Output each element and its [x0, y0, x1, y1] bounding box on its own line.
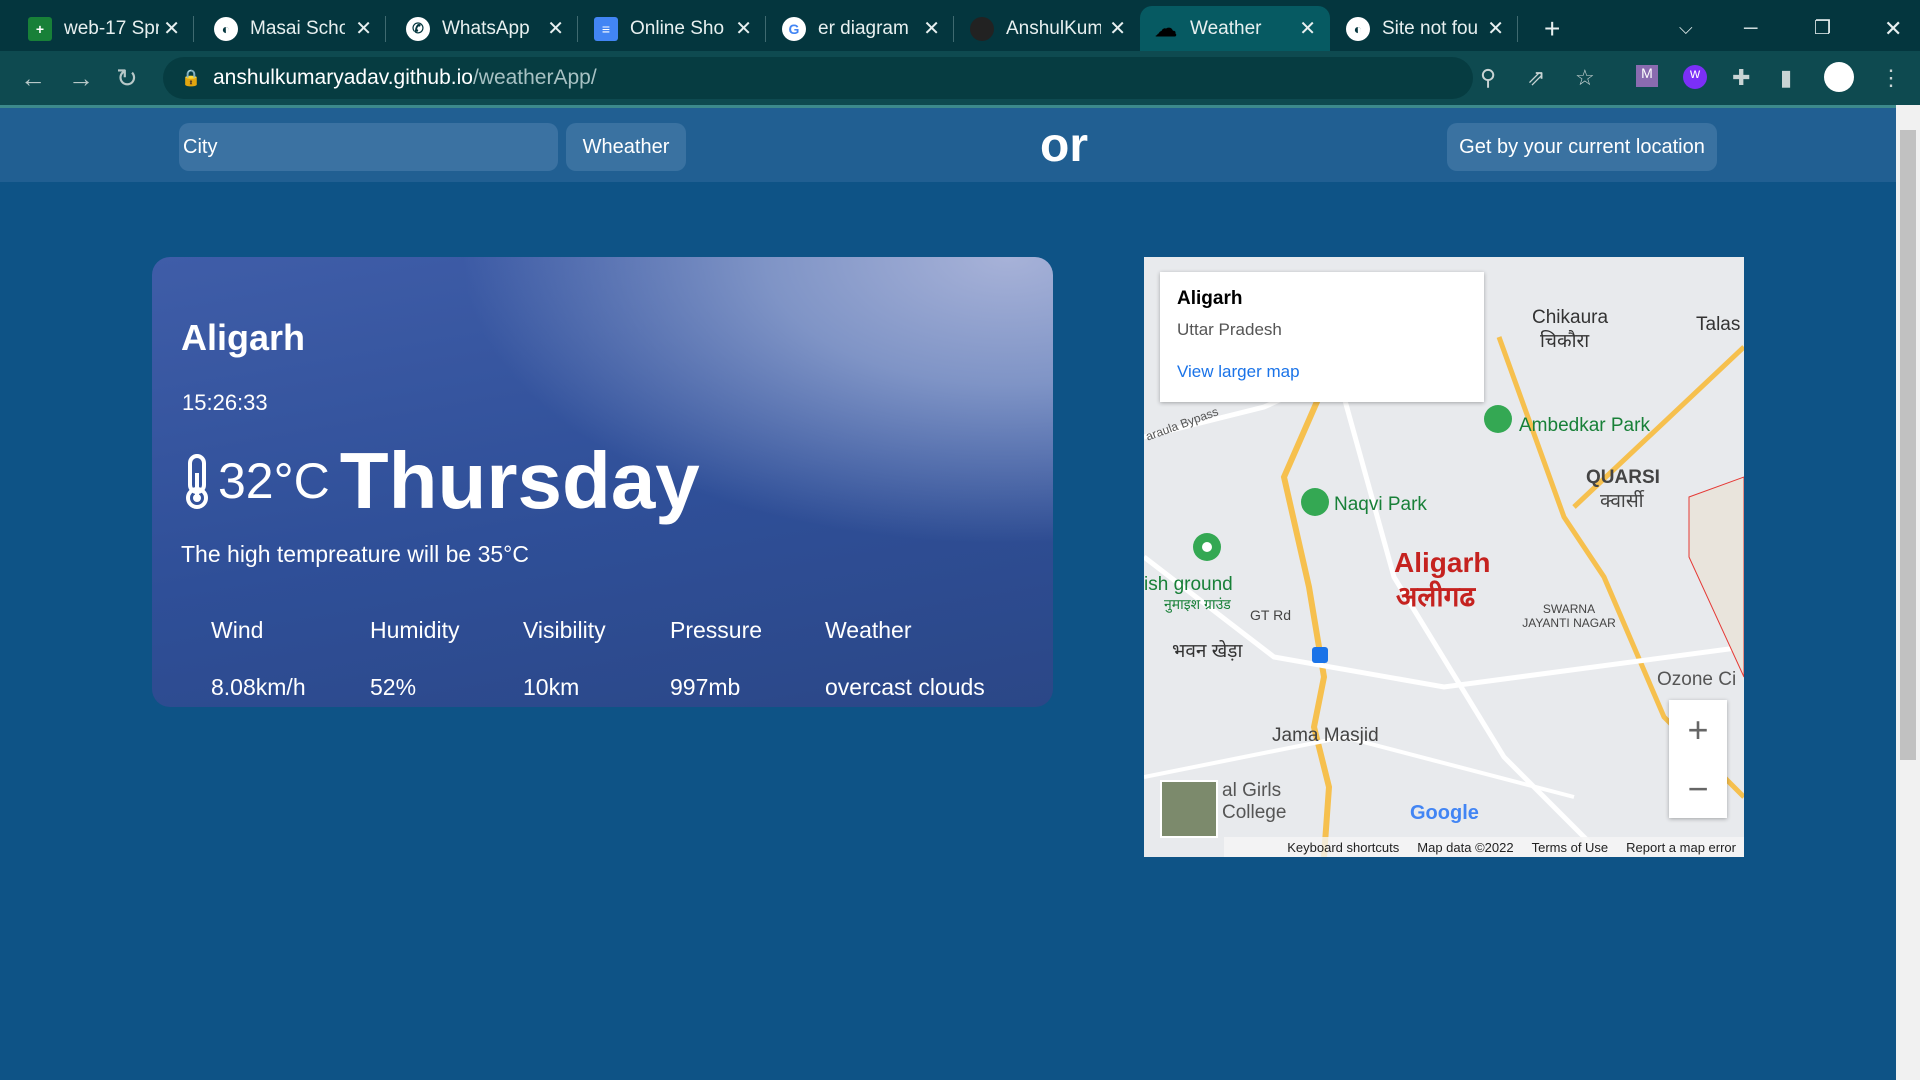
- page-scrollbar[interactable]: [1896, 105, 1920, 1080]
- github-icon: [970, 16, 994, 41]
- city-name: Aligarh: [181, 317, 306, 358]
- weather-card: Aligarh 15:26:33 32°C Thursday The high …: [152, 257, 1053, 707]
- sheets-icon: +: [28, 16, 52, 41]
- temperature: 32°C: [218, 453, 330, 509]
- tab[interactable]: ◐Site not found✕: [1332, 6, 1518, 51]
- avatar[interactable]: [1824, 62, 1854, 92]
- globe-icon: ◐: [1346, 16, 1370, 41]
- side-panel-icon[interactable]: ▮: [1780, 65, 1792, 91]
- map-footer: Keyboard shortcuts Map data ©2022 Terms …: [1224, 837, 1744, 857]
- thermometer-icon: [186, 454, 208, 509]
- close-tab-icon[interactable]: ✕: [1299, 16, 1316, 41]
- bookmark-star-icon[interactable]: ☆: [1575, 65, 1595, 91]
- menu-icon[interactable]: ⋮: [1880, 65, 1902, 91]
- view-larger-map-link[interactable]: View larger map: [1177, 362, 1467, 382]
- tab[interactable]: ≡ Online Shop ✕: [580, 6, 766, 51]
- weather-search-button[interactable]: Wheather: [566, 123, 686, 171]
- lock-icon: 🔒: [181, 70, 201, 87]
- reload-icon[interactable]: ↻: [116, 63, 138, 94]
- map-zoom-controls: + −: [1669, 700, 1727, 818]
- tab-active[interactable]: ☁ Weather ✕: [1140, 6, 1330, 51]
- scrollbar-thumb[interactable]: [1900, 130, 1916, 760]
- current-location-button[interactable]: Get by your current location: [1447, 123, 1717, 171]
- satellite-toggle[interactable]: [1160, 780, 1218, 838]
- or-text: or: [1040, 119, 1088, 172]
- close-tab-icon[interactable]: ✕: [547, 16, 564, 41]
- stat-visibility: Visibility 10km: [523, 617, 606, 700]
- high-temperature: The high tempreature will be 35°C: [181, 541, 529, 567]
- zoom-out-button[interactable]: −: [1687, 768, 1708, 810]
- minimize-button[interactable]: ─: [1730, 6, 1757, 51]
- stat-pressure: Pressure 997mb: [670, 617, 763, 700]
- stat-weather: Weather overcast clouds: [825, 617, 985, 700]
- forward-icon[interactable]: →: [68, 63, 94, 94]
- current-time: 15:26:33: [182, 390, 268, 415]
- tab-strip: +web-17 Sprint✕ ◐Masai School✕ ✆WhatsApp…: [0, 0, 1920, 51]
- back-icon[interactable]: ←: [20, 63, 46, 94]
- city-input[interactable]: [179, 123, 558, 171]
- close-tab-icon[interactable]: ✕: [163, 16, 180, 41]
- tab[interactable]: AnshulKumar✕: [956, 6, 1140, 51]
- close-tab-icon[interactable]: ✕: [923, 16, 940, 41]
- extension-icon[interactable]: w: [1683, 65, 1707, 89]
- stat-humidity: Humidity 52%: [370, 617, 460, 700]
- url-field[interactable]: 🔒 anshulkumaryadav.github.io/weatherApp/: [163, 57, 1473, 99]
- new-tab-button[interactable]: +: [1530, 6, 1560, 51]
- whatsapp-icon: ✆: [406, 16, 430, 41]
- close-tab-icon[interactable]: ✕: [1109, 16, 1126, 41]
- google-map[interactable]: Aligarh Uttar Pradesh View larger map Ch…: [1144, 257, 1744, 857]
- close-tab-icon[interactable]: ✕: [355, 16, 372, 41]
- location-icon[interactable]: ⚲: [1480, 65, 1496, 91]
- globe-icon: ◐: [214, 16, 238, 41]
- cloud-icon: ☁: [1155, 15, 1177, 41]
- close-tab-icon[interactable]: ✕: [735, 16, 752, 41]
- search-header: Wheather or Get by your current location: [0, 105, 1896, 182]
- extension-icon[interactable]: M: [1636, 65, 1658, 87]
- close-tab-icon[interactable]: ✕: [1487, 16, 1504, 41]
- tab[interactable]: ◐Masai School✕: [200, 6, 386, 51]
- tab[interactable]: ✆ WhatsApp ✕: [392, 6, 578, 51]
- day-of-week: Thursday: [339, 436, 700, 525]
- puzzle-icon[interactable]: ✚: [1732, 65, 1750, 91]
- zoom-in-button[interactable]: +: [1687, 709, 1708, 751]
- tab[interactable]: Ger diagram ✕: [768, 6, 954, 51]
- address-bar-row: ← → ↻ 🔒 anshulkumaryadav.github.io/weath…: [0, 51, 1920, 105]
- tab[interactable]: +web-17 Sprint✕: [14, 6, 194, 51]
- docs-icon: ≡: [594, 16, 618, 41]
- tab-search-icon[interactable]: ⌵: [1665, 6, 1693, 51]
- map-city-label: Aligarh: [1394, 547, 1491, 578]
- google-icon: G: [782, 16, 806, 41]
- stat-wind: Wind 8.08km/h: [211, 617, 306, 700]
- close-window-button[interactable]: ✕: [1870, 6, 1902, 51]
- share-icon[interactable]: ⇗: [1527, 65, 1545, 91]
- restore-button[interactable]: ❐: [1800, 6, 1831, 51]
- map-info-popup: Aligarh Uttar Pradesh View larger map: [1160, 272, 1484, 402]
